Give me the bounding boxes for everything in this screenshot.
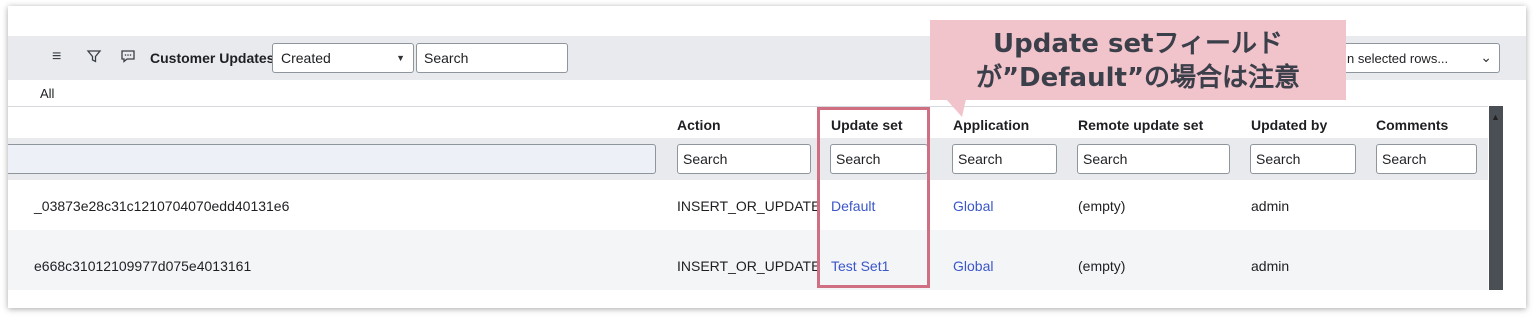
column-header-remote-update-set[interactable]: Remote update set	[1078, 117, 1203, 133]
action-search-input[interactable]: Search	[677, 144, 811, 174]
row-name-cell[interactable]: e668c31012109977d075e4013161	[34, 258, 251, 274]
row-application-link[interactable]: Global	[953, 258, 993, 274]
table-row[interactable]: _03873e28c31c1210704070edd40131e6 INSERT…	[8, 180, 1488, 230]
comment-icon[interactable]	[120, 48, 136, 69]
actions-select-label: n selected rows...	[1347, 51, 1449, 66]
callout-line-1: Update setフィールド	[992, 29, 1283, 59]
caret-down-icon: ▼	[396, 53, 405, 63]
search-field-value: Created	[281, 50, 331, 66]
filter-icon[interactable]	[86, 48, 102, 69]
callout-line-2: が”Default”の場合は注意	[975, 63, 1301, 93]
application-search-input[interactable]: Search	[952, 144, 1057, 174]
row-remote-update-set-cell: (empty)	[1078, 258, 1126, 274]
comments-search-input[interactable]: Search	[1376, 144, 1477, 174]
row-application-link[interactable]: Global	[953, 198, 993, 214]
callout-text: Update setフィールド が”Default”の場合は注意	[930, 27, 1346, 95]
list-window: ≡ Customer Updates Created ▼ Search n se…	[8, 6, 1526, 308]
search-field-select[interactable]: Created ▼	[272, 43, 414, 73]
breadcrumb[interactable]: All	[40, 86, 54, 101]
list-search-input[interactable]: Search	[416, 43, 568, 73]
chevron-down-icon: ⌄	[1480, 49, 1492, 65]
update-set-column-highlight	[817, 107, 930, 288]
vertical-scrollbar[interactable]	[1489, 106, 1503, 290]
column-header-action[interactable]: Action	[677, 117, 721, 133]
row-name-cell[interactable]: _03873e28c31c1210704070edd40131e6	[34, 198, 289, 214]
header-divider	[8, 106, 1488, 107]
column-header-updated-by[interactable]: Updated by	[1251, 117, 1327, 133]
callout-pointer	[946, 99, 966, 117]
row-action-cell: INSERT_OR_UPDATE	[677, 198, 821, 214]
remote-update-set-search-input[interactable]: Search	[1077, 144, 1230, 174]
actions-on-selected-rows-select[interactable]: n selected rows... ⌄	[1338, 43, 1500, 73]
table-row[interactable]: e668c31012109977d075e4013161 INSERT_OR_U…	[8, 230, 1488, 290]
column-header-comments[interactable]: Comments	[1376, 117, 1448, 133]
scroll-up-icon[interactable]: ▲	[1491, 112, 1500, 122]
row-remote-update-set-cell: (empty)	[1078, 198, 1126, 214]
row-updated-by-cell: admin	[1251, 198, 1290, 214]
updated-by-search-input[interactable]: Search	[1250, 144, 1356, 174]
list-title: Customer Updates	[150, 50, 275, 66]
annotation-callout: Update setフィールド が”Default”の場合は注意	[930, 20, 1346, 100]
row-action-cell: INSERT_OR_UPDATE	[677, 258, 821, 274]
row-updated-by-cell: admin	[1251, 258, 1290, 274]
hamburger-menu-icon[interactable]: ≡	[52, 48, 61, 66]
name-column-search-input[interactable]	[8, 144, 656, 174]
column-header-application[interactable]: Application	[953, 117, 1029, 133]
